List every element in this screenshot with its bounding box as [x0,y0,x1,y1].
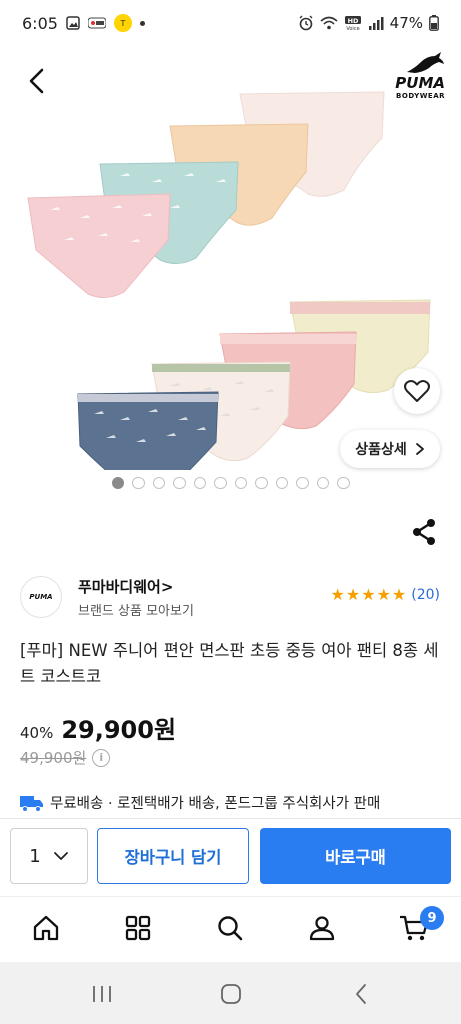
svg-text:Voice: Voice [346,26,359,31]
waistband-yellow [290,302,430,314]
add-to-cart-button[interactable]: 장바구니 담기 [97,828,249,884]
wifi-icon [320,16,338,30]
brand-products-link[interactable]: 브랜드 상품 모아보기 [78,600,194,619]
signal-icon [368,17,384,30]
nav-home[interactable] [29,911,63,945]
shipping-info: 무료배송 · 로젠택배가 배송, 폰드그룹 주식회사가 판매 [20,792,380,813]
svg-text:HD: HD [347,17,358,25]
purchase-bar: 1 장바구니 담기 바로구매 [0,818,461,896]
star-icon: ★ [330,585,345,604]
gallery-dot[interactable] [275,477,289,490]
original-price: 49,900원 [20,749,87,767]
original-price-row: 49,900원 i [20,747,111,768]
brand-name-arrow: > [160,578,174,596]
category-icon [125,915,151,941]
nav-category[interactable] [121,911,155,945]
product-detail-button[interactable]: 상품상세 [340,430,440,468]
star-icon: ★ [376,585,391,604]
bottom-nav [0,896,461,962]
gallery-dot[interactable] [214,477,227,490]
shipping-text: 무료배송 · 로젠택배가 배송, 폰드그룹 주식회사가 판매 [50,796,381,812]
price-row: 40% 29,900원 [20,710,176,745]
my-page-icon [309,916,335,941]
product-gallery[interactable]: PUMA BODYWEAR 상품상세 [0,46,461,496]
notification-dot-icon [139,20,145,26]
puma-cat-icon [407,52,444,73]
nav-search[interactable] [213,911,247,945]
cart-count-badge: 9 [420,906,444,930]
kakao-icon: T [113,14,132,32]
share-icon [413,519,435,545]
sale-price: 29,900원 [61,716,177,744]
gallery-dot[interactable] [296,477,309,490]
gallery-dot[interactable] [255,477,268,490]
recent-apps-button[interactable] [87,980,117,1008]
truck-icon [20,795,43,812]
product-detail-label: 상품상세 [355,442,407,458]
info-icon[interactable]: i [92,748,111,767]
buy-now-button[interactable]: 바로구매 [260,828,451,884]
quantity-value: 1 [29,845,41,867]
brand-row: PUMA 푸마바디웨어> 브랜드 상품 모아보기 ★ ★ ★ ★ ★ (20) [20,574,440,620]
status-time: 6:05 [22,13,58,33]
status-bar: 6:05 T HD Voice 47% [0,0,461,46]
gallery-dot[interactable] [132,477,145,490]
alarm-icon [299,15,313,31]
star-icon: ★ [345,585,361,604]
home-system-button[interactable] [216,980,246,1008]
svg-text:T: T [119,19,125,28]
panty-navy [77,391,219,470]
gallery-dot[interactable] [112,477,125,490]
gallery-dot[interactable] [173,477,186,490]
waistband-sage [152,364,290,372]
star-icon: ★ [361,585,376,604]
share-button[interactable] [408,516,440,548]
chevron-down-icon [53,852,68,860]
brand-avatar-word: PUMA [29,593,53,601]
star-icon: ★ [391,585,407,604]
discount-rate: 40% [20,724,54,742]
chevron-right-icon [415,443,424,455]
system-nav-bar [0,962,461,1024]
brand-name-link[interactable]: 푸마바디웨어> [78,576,173,597]
recent-apps-icon [93,986,111,1002]
gallery-dot[interactable] [337,477,350,490]
panty-pink [27,193,171,298]
search-icon [218,916,243,941]
review-count: (20) [411,587,440,603]
battery-icon [429,15,439,31]
rating[interactable]: ★ ★ ★ ★ ★ (20) [330,585,440,604]
brand-avatar[interactable]: PUMA [20,576,62,618]
brand-name: 푸마바디웨어 [78,578,161,596]
back-system-button[interactable] [346,980,376,1008]
back-icon [356,984,366,1004]
app-icon [87,17,106,29]
gallery-dot[interactable] [316,477,330,490]
gallery-dot[interactable] [152,477,166,490]
battery-percent: 47% [389,14,423,32]
home-icon [33,915,59,941]
gallery-dot[interactable] [193,477,207,490]
quantity-select[interactable]: 1 [10,828,88,884]
waistband-navy [78,394,218,402]
volte-icon: HDVoice [344,16,361,31]
product-title: [푸마] NEW 주니어 편안 면스판 초등 중등 여아 팬티 8종 세트 코스… [20,641,439,686]
gallery-dot[interactable] [234,477,248,490]
wishlist-button[interactable] [394,368,440,414]
product-image [27,91,431,470]
heart-icon [404,380,430,402]
gallery-pagination[interactable] [112,477,350,490]
waistband-coral [220,334,356,344]
nav-my-page[interactable] [305,911,339,945]
gallery-icon [66,16,80,30]
home-button-icon [221,984,241,1004]
